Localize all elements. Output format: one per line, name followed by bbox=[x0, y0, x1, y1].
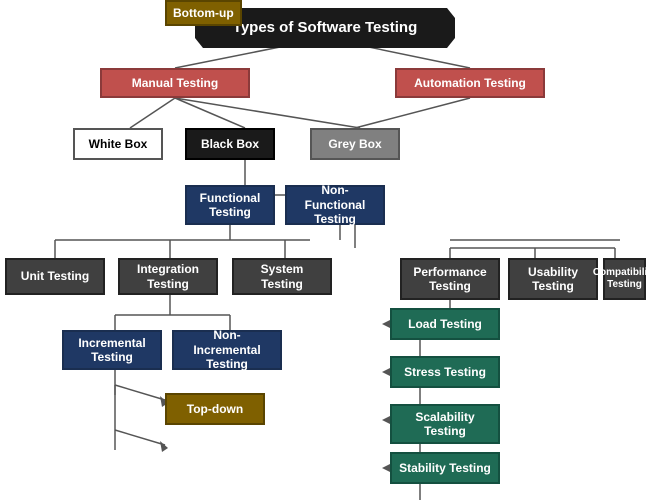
scalability-testing-node: Scalability Testing bbox=[390, 404, 500, 444]
topdown-node: Top-down bbox=[165, 393, 265, 425]
usability-testing-node: Usability Testing bbox=[508, 258, 598, 300]
diagram: Types of Software Testing Manual Testing… bbox=[0, 0, 650, 500]
blackbox-node: Black Box bbox=[185, 128, 275, 160]
nonincremental-testing-node: Non-Incremental Testing bbox=[172, 330, 282, 370]
whitebox-node: White Box bbox=[73, 128, 163, 160]
functional-testing-node: Functional Testing bbox=[185, 185, 275, 225]
stability-testing-node: Stability Testing bbox=[390, 452, 500, 484]
stress-testing-node: Stress Testing bbox=[390, 356, 500, 388]
load-testing-node: Load Testing bbox=[390, 308, 500, 340]
unit-testing-node: Unit Testing bbox=[5, 258, 105, 295]
incremental-testing-node: Incremental Testing bbox=[62, 330, 162, 370]
automation-testing-node: Automation Testing bbox=[395, 68, 545, 98]
compatibility-testing-node: Compatibility Testing bbox=[603, 258, 646, 300]
bottomup-node: Bottom-up bbox=[165, 0, 242, 26]
performance-testing-node: Performance Testing bbox=[400, 258, 500, 300]
manual-testing-node: Manual Testing bbox=[100, 68, 250, 98]
integration-testing-node: Integration Testing bbox=[118, 258, 218, 295]
greybox-node: Grey Box bbox=[310, 128, 400, 160]
system-testing-node: System Testing bbox=[232, 258, 332, 295]
connector-lines bbox=[0, 0, 650, 500]
nonfunctional-testing-node: Non-Functional Testing bbox=[285, 185, 385, 225]
